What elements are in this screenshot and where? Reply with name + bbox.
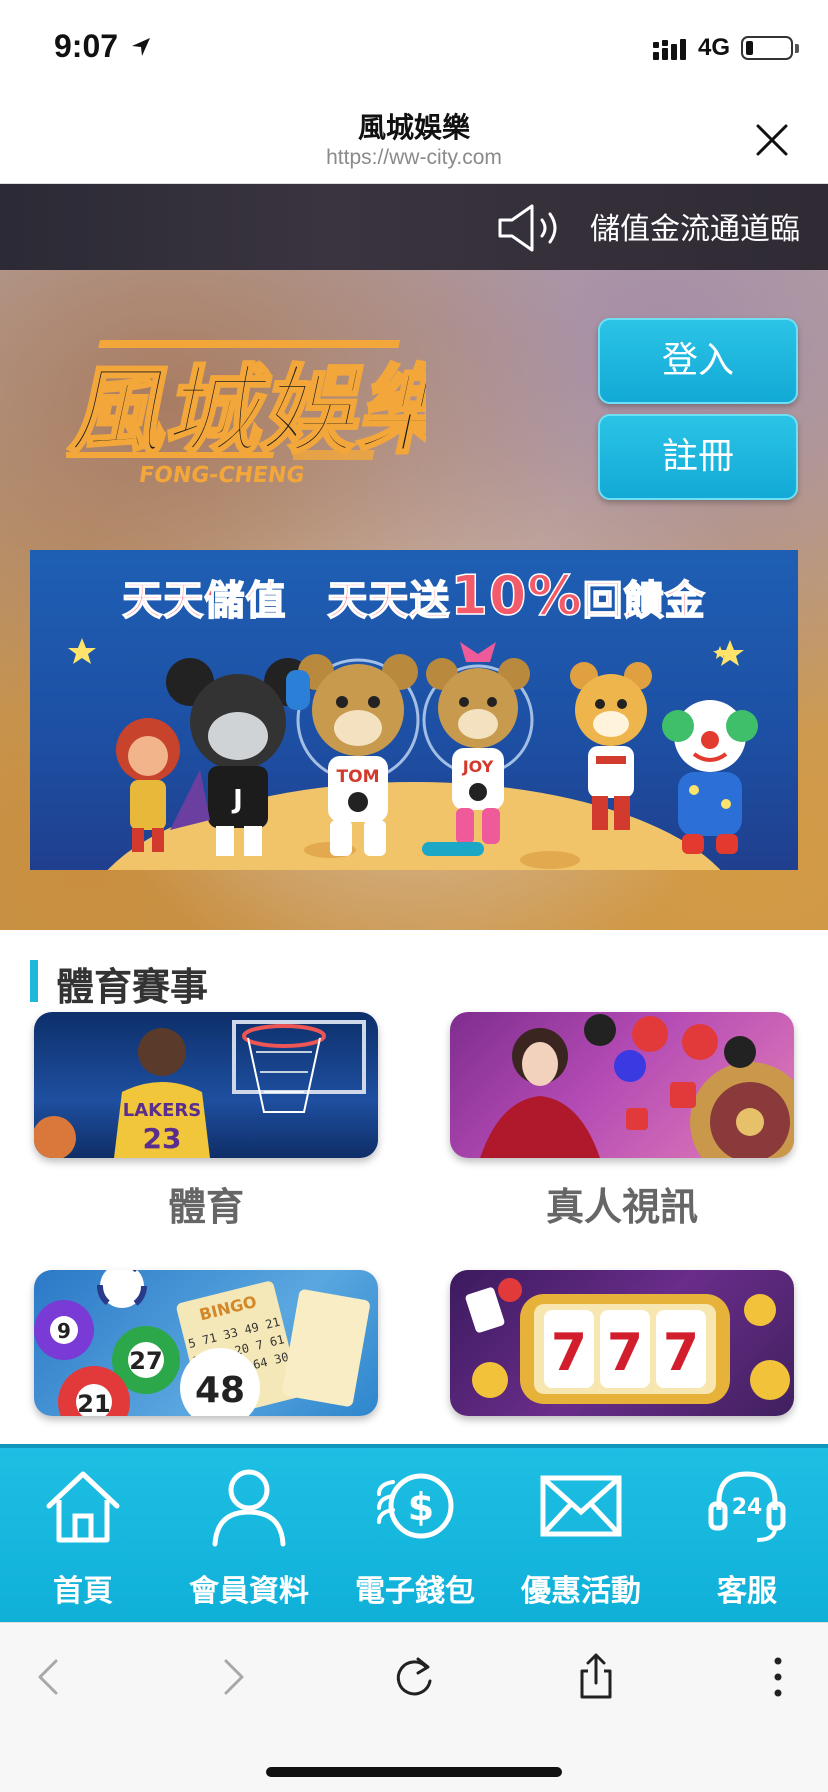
back-icon[interactable] [22, 1649, 78, 1705]
banner-headline-prefix: 天天儲值 天天送 [122, 577, 451, 625]
banner-tag-tom: TOM [337, 767, 380, 787]
svg-text:23: 23 [143, 1122, 182, 1155]
live-casino-image [480, 1014, 794, 1158]
register-button[interactable]: 註冊 [598, 414, 798, 500]
network-type: 4G [698, 34, 731, 61]
more-icon[interactable] [750, 1649, 806, 1705]
home-indicator[interactable] [266, 1767, 562, 1777]
speaker-icon [498, 204, 557, 252]
home-icon [46, 1471, 120, 1543]
bottom-navigation: 首頁 會員資料 $ 電子錢包 優惠活動 24 客服 [0, 1444, 828, 1622]
browser-toolbar [0, 1622, 828, 1792]
nav-item-wallet[interactable]: $ 電子錢包 [332, 1448, 498, 1626]
site-url[interactable]: https://ww-city.com [0, 146, 828, 170]
lottery-balls-image: BINGO 5 71 33 49 21 14 19 20 7 61 46 4 7… [34, 1270, 370, 1416]
svg-text:24: 24 [732, 1495, 763, 1520]
nav-item-member[interactable]: 會員資料 [166, 1448, 332, 1626]
section-accent-bar [30, 960, 38, 1002]
mail-icon [540, 1475, 622, 1537]
announcement-text: 儲值金流通道臨 [590, 212, 800, 247]
status-bar: 9:07 4G [0, 0, 828, 92]
game-card-live[interactable] [450, 1012, 794, 1158]
svg-text:風城娛樂: 風城娛樂 [66, 355, 426, 467]
hero-section: 風城娛樂 FONG-CHENG 登入 註冊 J TOM JOY 天天儲值 天天送… [0, 270, 828, 930]
basketball-image: LAKERS 23 [34, 1020, 366, 1158]
svg-text:21: 21 [77, 1390, 110, 1416]
share-icon[interactable] [568, 1649, 624, 1705]
nav-label-promotions: 優惠活動 [521, 1574, 641, 1609]
svg-text:48: 48 [195, 1370, 245, 1411]
svg-text:27: 27 [129, 1347, 162, 1375]
banner-headline: 天天儲值 天天送10%回饋金 [30, 563, 798, 628]
brand-logo: 風城娛樂 FONG-CHENG [66, 340, 426, 488]
banner-tag-joy: JOY [462, 757, 494, 776]
banner-tag-j: J [231, 785, 243, 815]
nav-item-support[interactable]: 24 客服 [664, 1448, 828, 1626]
headset-24-icon: 24 [708, 1471, 786, 1542]
signal-icon [653, 39, 686, 60]
location-arrow-icon [132, 38, 150, 56]
svg-text:LAKERS: LAKERS [123, 1100, 201, 1121]
battery-level [746, 41, 753, 55]
nav-label-wallet: 電子錢包 [355, 1574, 475, 1609]
login-button[interactable]: 登入 [598, 318, 798, 404]
game-card-lottery[interactable]: BINGO 5 71 33 49 21 14 19 20 7 61 46 4 7… [34, 1270, 378, 1416]
user-icon [212, 1469, 286, 1547]
game-label-live[interactable]: 真人視訊 [450, 1176, 794, 1231]
svg-text:7: 7 [663, 1323, 699, 1383]
nav-label-member: 會員資料 [189, 1574, 309, 1609]
announcement-bar[interactable]: 儲值金流通道臨 [0, 184, 828, 270]
nav-item-home[interactable]: 首頁 [0, 1448, 166, 1626]
game-card-slots[interactable]: 7 7 7 [450, 1270, 794, 1416]
slot-machine-image: 7 7 7 [465, 1278, 790, 1404]
close-icon[interactable] [752, 120, 792, 160]
battery-icon [741, 36, 793, 60]
banner-headline-percent: 10% [450, 563, 583, 628]
promo-banner[interactable]: J TOM JOY 天天儲值 天天送10%回饋金 [30, 550, 798, 870]
svg-text:9: 9 [57, 1319, 71, 1343]
section-title: 體育賽事 [56, 965, 209, 1009]
reload-icon[interactable] [386, 1649, 442, 1705]
wallet-coins-icon: $ [377, 1473, 454, 1539]
svg-text:$: $ [408, 1485, 434, 1529]
page: 9:07 4G 風城娛樂 https://ww-city.com 儲值金流通道臨… [0, 0, 828, 1792]
game-label-sports[interactable]: 體育 [34, 1176, 378, 1231]
svg-text:7: 7 [551, 1323, 587, 1383]
forward-icon[interactable] [204, 1649, 260, 1705]
status-time: 9:07 [54, 28, 119, 64]
nav-label-support: 客服 [717, 1574, 777, 1609]
nav-item-promotions[interactable]: 優惠活動 [498, 1448, 664, 1626]
svg-text:FONG-CHENG: FONG-CHENG [137, 462, 306, 488]
banner-headline-suffix: 回饋金 [582, 577, 706, 625]
battery-cap [795, 44, 799, 53]
nav-label-home: 首頁 [53, 1574, 113, 1609]
carousel-indicator[interactable] [422, 842, 484, 856]
browser-header: 風城娛樂 https://ww-city.com [0, 92, 828, 184]
site-title: 風城娛樂 [357, 111, 470, 144]
svg-text:7: 7 [607, 1323, 643, 1383]
game-card-sports[interactable]: LAKERS 23 [34, 1012, 378, 1158]
